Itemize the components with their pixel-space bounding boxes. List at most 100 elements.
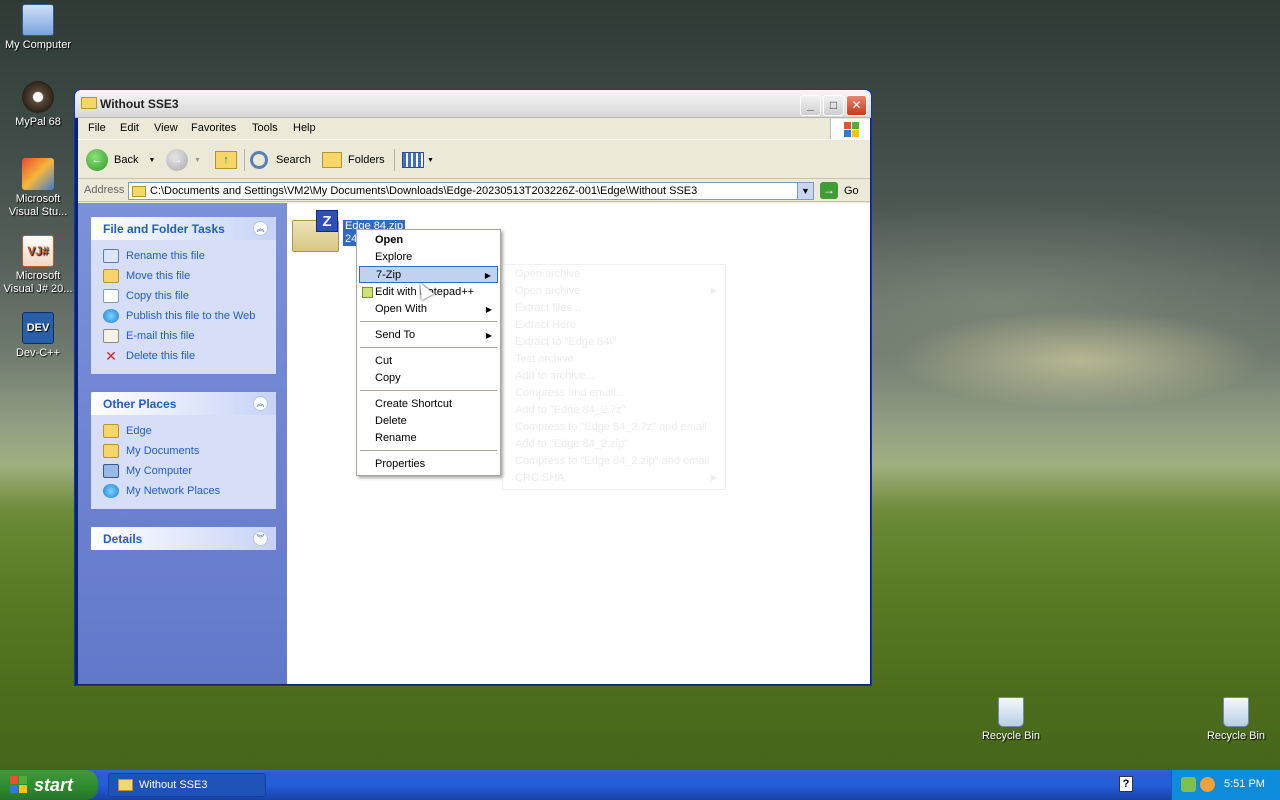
panel-header[interactable]: Other Places ︽: [91, 392, 276, 415]
start-button[interactable]: start: [0, 770, 98, 800]
submenu-extract-to[interactable]: Extract to "Edge 84\": [515, 334, 616, 351]
menu-tools[interactable]: Tools: [252, 122, 278, 134]
zip-file-icon[interactable]: Z: [292, 210, 340, 252]
search-tray-icon[interactable]: [1200, 777, 1215, 792]
task-label: Copy this file: [126, 290, 189, 302]
system-tray: 5:51 PM: [1171, 770, 1280, 800]
collapse-icon[interactable]: ︽: [253, 396, 268, 411]
desktop-icon-label: MyPal 68: [15, 116, 61, 128]
computer-icon: [103, 464, 119, 478]
chevron-down-icon[interactable]: ▼: [797, 183, 813, 199]
maximize-button[interactable]: □: [823, 95, 844, 116]
desktop-icon-mypal[interactable]: MyPal 68: [0, 81, 76, 129]
up-folder-button[interactable]: ↑: [215, 148, 237, 172]
desktop-icon-my-computer[interactable]: My Computer: [0, 4, 76, 52]
menu-item-explore[interactable]: Explore: [359, 249, 498, 266]
expand-icon[interactable]: ︾: [253, 531, 268, 546]
place-my-computer[interactable]: My Computer: [103, 461, 276, 481]
search-icon: [250, 151, 268, 169]
rename-icon: [103, 249, 119, 263]
other-places-panel: Other Places ︽ Edge My Documents My Comp…: [91, 392, 276, 509]
submenu-test-archive[interactable]: Test archive: [515, 351, 574, 368]
task-email[interactable]: E-mail this file: [103, 326, 276, 346]
collapse-icon[interactable]: ︽: [253, 221, 268, 236]
desktop-icon-label: Dev-C++: [15, 347, 61, 359]
go-button[interactable]: → Go: [820, 182, 859, 199]
desktop-icon-visual-jsharp[interactable]: VJ# Microsoft Visual J# 20...: [0, 235, 76, 296]
desktop-icon-recycle-bin-2[interactable]: Recycle Bin: [1198, 697, 1274, 743]
minimize-button[interactable]: _: [800, 95, 821, 116]
menu-item-7zip[interactable]: 7-Zip ▶: [359, 266, 498, 283]
menu-item-copy[interactable]: Copy: [359, 370, 498, 387]
place-network[interactable]: My Network Places: [103, 481, 276, 501]
taskbar-button-explorer[interactable]: Without SSE3: [108, 773, 266, 797]
submenu-compress-email[interactable]: Compress and email...: [515, 385, 625, 402]
submenu-add-7z[interactable]: Add to "Edge 84_2.7z": [515, 402, 626, 419]
submenu-add-zip[interactable]: Add to "Edge 84_2.zip": [515, 436, 628, 453]
folder-icon: [81, 97, 97, 109]
folder-icon: [132, 186, 146, 197]
submenu-add-to-archive[interactable]: Add to archive...: [515, 368, 595, 385]
title-bar[interactable]: Without SSE3 _ □ ✕: [75, 90, 871, 118]
panel-header[interactable]: File and Folder Tasks ︽: [91, 217, 276, 240]
desktop-icon-recycle-bin[interactable]: Recycle Bin: [973, 697, 1049, 743]
place-edge[interactable]: Edge: [103, 421, 276, 441]
window-title: Without SSE3: [100, 97, 179, 111]
address-path: C:\Documents and Settings\VM2\My Documen…: [150, 185, 698, 197]
menu-item-cut[interactable]: Cut: [359, 353, 498, 370]
panel-title: File and Folder Tasks: [103, 222, 225, 236]
task-publish[interactable]: Publish this file to the Web: [103, 306, 276, 326]
menu-item-open[interactable]: Open: [359, 232, 498, 249]
menu-item-properties[interactable]: Properties: [359, 456, 498, 473]
menu-item-rename[interactable]: Rename: [359, 430, 498, 447]
menu-favorites[interactable]: Favorites: [191, 122, 236, 134]
submenu-open-archive-2[interactable]: Open archive: [515, 283, 580, 300]
task-rename[interactable]: Rename this file: [103, 246, 276, 266]
menu-edit[interactable]: Edit: [120, 122, 139, 134]
place-my-documents[interactable]: My Documents: [103, 441, 276, 461]
desktop-icon-visual-studio[interactable]: Microsoft Visual Stu...: [0, 158, 76, 219]
address-input[interactable]: C:\Documents and Settings\VM2\My Documen…: [128, 182, 814, 200]
desktop-icon-label: Recycle Bin: [981, 730, 1041, 742]
forward-button[interactable]: → ▼: [166, 148, 201, 172]
chevron-down-icon[interactable]: ▼: [148, 157, 155, 164]
task-move[interactable]: Move this file: [103, 266, 276, 286]
menu-file[interactable]: File: [88, 122, 106, 134]
windows-logo-icon: [830, 119, 870, 139]
chevron-down-icon[interactable]: ▼: [194, 157, 201, 164]
menu-item-create-shortcut[interactable]: Create Shortcut: [359, 396, 498, 413]
desktop-icon-dev-cpp[interactable]: DEV Dev-C++: [0, 312, 76, 360]
help-icon[interactable]: ?: [1119, 776, 1133, 792]
recycle-bin-icon: [1223, 697, 1249, 727]
folders-button[interactable]: Folders: [322, 148, 385, 172]
up-folder-icon: ↑: [215, 151, 237, 169]
menu-separator: [360, 347, 497, 348]
network-tray-icon[interactable]: [1181, 777, 1196, 792]
windows-logo-icon: [10, 776, 28, 794]
menu-view[interactable]: View: [154, 122, 178, 134]
chevron-down-icon[interactable]: ▼: [427, 157, 434, 164]
submenu-extract-here[interactable]: Extract Here: [515, 317, 576, 334]
task-delete[interactable]: ✕ Delete this file: [103, 346, 276, 366]
search-button[interactable]: Search: [250, 148, 311, 172]
submenu-crc-sha[interactable]: CRC SHA: [515, 470, 565, 487]
submenu-open-archive[interactable]: Open archive: [515, 266, 580, 283]
submenu-arrow-icon: ▶: [485, 331, 492, 340]
panel-header[interactable]: Details ︾: [91, 527, 276, 550]
move-icon: [103, 269, 119, 283]
menu-help[interactable]: Help: [293, 122, 316, 134]
menu-item-send-to[interactable]: Send To ▶: [359, 327, 498, 344]
search-label: Search: [276, 154, 311, 166]
back-button[interactable]: ← Back ▼: [86, 148, 155, 172]
close-button[interactable]: ✕: [846, 95, 867, 116]
submenu-extract-files[interactable]: Extract files...: [515, 300, 581, 317]
menu-item-open-with[interactable]: Open With ▶: [359, 301, 498, 318]
task-copy[interactable]: Copy this file: [103, 286, 276, 306]
task-label: E-mail this file: [126, 330, 195, 342]
menu-item-delete[interactable]: Delete: [359, 413, 498, 430]
submenu-compress-7z-email[interactable]: Compress to "Edge 84_2.7z" and email: [515, 419, 707, 436]
clock[interactable]: 5:51 PM: [1224, 778, 1265, 790]
submenu-compress-zip-email[interactable]: Compress to "Edge 84_2.zip" and email: [515, 453, 709, 470]
place-label: Edge: [126, 425, 152, 437]
views-button[interactable]: ▼: [402, 148, 434, 172]
